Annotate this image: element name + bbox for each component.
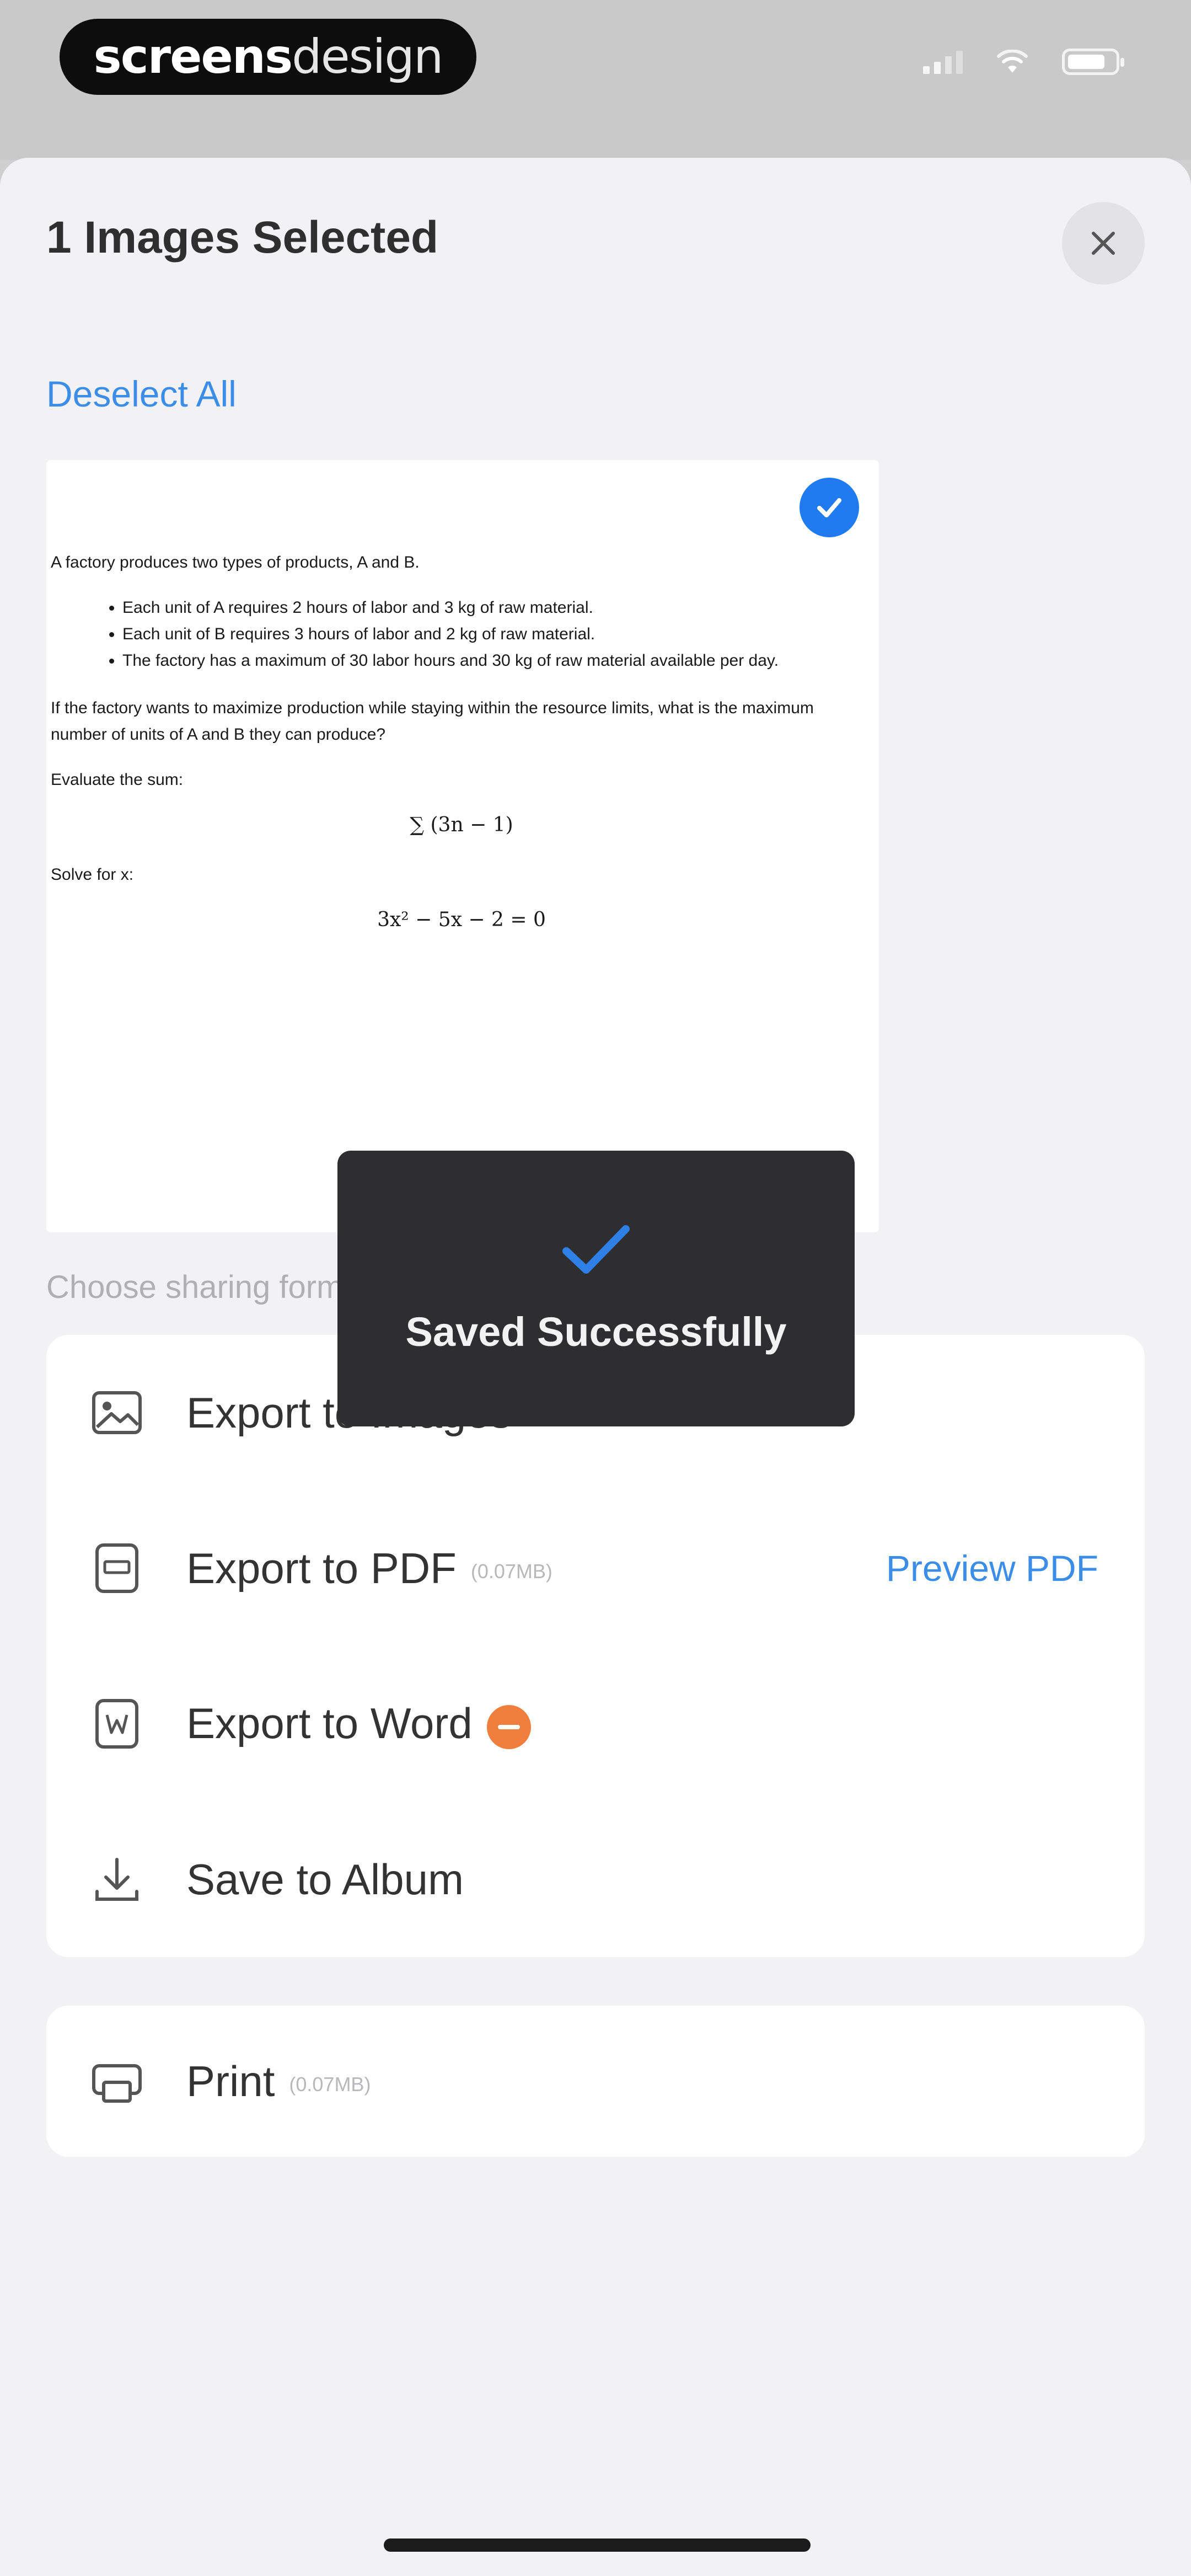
status-icons — [923, 49, 1124, 75]
print-icon — [90, 2055, 143, 2108]
word-icon — [90, 1697, 143, 1750]
save-album-row[interactable]: Save to Album — [46, 1802, 1145, 1957]
print-text: Print — [186, 2056, 275, 2105]
battery-icon — [1062, 49, 1124, 75]
premium-badge-icon — [486, 1704, 531, 1749]
print-size: (0.07MB) — [289, 2072, 371, 2096]
export-pdf-row[interactable]: Export to PDF (0.07MB) Preview PDF — [46, 1490, 1145, 1646]
home-indicator[interactable] — [384, 2538, 811, 2552]
document-content: A factory produces two types of products… — [51, 549, 872, 956]
requirements-list: Each unit of A requires 2 hours of labor… — [51, 595, 872, 674]
sum-expression: ∑ (3n − 1) — [410, 814, 513, 836]
pdf-icon — [90, 1542, 143, 1595]
toast-message: Saved Successfully — [405, 1309, 787, 1355]
save-album-label: Save to Album — [186, 1854, 464, 1904]
download-icon — [90, 1853, 143, 1906]
checkmark-icon — [817, 498, 841, 517]
print-label: Print (0.07MB) — [186, 2056, 371, 2107]
document-thumbnail[interactable]: A factory produces two types of products… — [46, 460, 879, 1232]
quadratic-equation: 3x² − 5x − 2 = 0 — [377, 908, 546, 931]
solve-label: Solve for x: — [51, 865, 134, 884]
signal-icon — [923, 50, 963, 74]
export-word-row[interactable]: Export to Word — [46, 1646, 1145, 1802]
selected-check-badge[interactable] — [800, 478, 859, 537]
print-row[interactable]: Print (0.07MB) — [46, 2006, 1145, 2157]
checkmark-icon — [562, 1225, 630, 1274]
sheet-title: 1 Images Selected — [46, 212, 439, 263]
close-button[interactable] — [1062, 202, 1145, 285]
export-word-label: Export to Word — [186, 1698, 531, 1749]
evaluate-label: Evaluate the sum: — [51, 771, 184, 789]
choose-format-label: Choose sharing format — [46, 1269, 370, 1305]
export-options-card: Export to Images Export to PDF(0.07MB) P… — [46, 1335, 1145, 1957]
status-bar: screens design — [0, 0, 1191, 160]
problem-question: If the factory wants to maximize product… — [51, 699, 814, 744]
deselect-all-button[interactable]: Deselect All — [46, 373, 237, 415]
wifi-icon — [997, 50, 1028, 73]
print-card: Print (0.07MB) — [46, 2006, 1145, 2157]
brand-text-part2: design — [292, 29, 443, 84]
pdf-size: (0.07MB) — [470, 1559, 552, 1583]
export-pdf-text: Export to PDF — [186, 1543, 457, 1592]
saved-toast: Saved Successfully — [337, 1151, 855, 1426]
preview-pdf-link[interactable]: Preview PDF — [886, 1547, 1098, 1589]
close-icon — [1092, 232, 1115, 255]
image-icon — [90, 1386, 143, 1439]
problem-intro: A factory produces two types of products… — [51, 553, 420, 571]
brand-logo: screens design — [60, 19, 476, 95]
brand-text-part1: screens — [93, 29, 293, 84]
list-item: Each unit of A requires 2 hours of labor… — [122, 595, 872, 621]
export-word-text: Export to Word — [186, 1699, 473, 1748]
list-item: The factory has a maximum of 30 labor ho… — [122, 648, 872, 674]
export-pdf-label: Export to PDF (0.07MB) — [186, 1543, 552, 1594]
list-item: Each unit of B requires 3 hours of labor… — [122, 621, 872, 648]
